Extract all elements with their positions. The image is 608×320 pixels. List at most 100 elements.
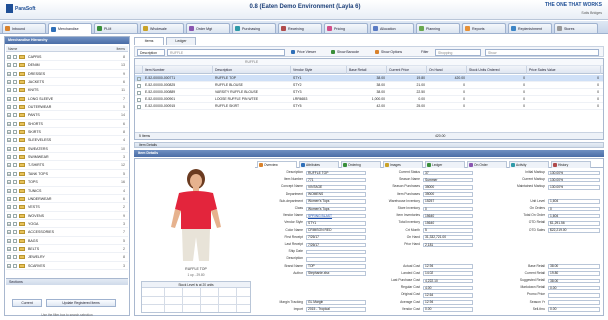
expand-icon[interactable]: + [7,63,11,68]
item-checkbox[interactable] [13,130,17,135]
detail-tab-images[interactable]: Images [383,161,423,168]
expand-icon[interactable]: + [7,121,11,126]
item-checkbox[interactable] [13,171,17,176]
show-options-button[interactable]: Show Options [375,49,402,56]
expand-icon[interactable]: + [7,180,11,185]
expand-icon[interactable]: + [7,88,11,93]
hierarchy-item[interactable]: + UNDERWEAR 6 [6,195,128,204]
module-tab-planning[interactable]: Planning [416,23,460,33]
show-barcode-button[interactable]: Show Barcode [331,49,359,56]
table-row[interactable]: E-52-00000-000901 LOOSE RUFFLE PIN WTEE LR… [135,96,603,103]
module-tab-receiving[interactable]: Receiving [278,23,322,33]
detail-tab-on-order[interactable]: On Order [467,161,507,168]
item-checkbox[interactable] [13,113,17,118]
item-checkbox[interactable] [13,146,17,151]
hierarchy-item[interactable]: + DRESSES 9 [6,70,128,79]
expand-icon[interactable]: + [7,205,11,210]
item-checkbox[interactable] [13,96,17,101]
item-checkbox[interactable] [13,188,17,193]
hierarchy-item[interactable]: + PANTS 14 [6,111,128,120]
expand-icon[interactable]: + [7,146,11,151]
expand-icon[interactable]: + [7,163,11,168]
hierarchy-item[interactable]: + SWEATERS 10 [6,145,128,154]
hierarchy-item[interactable]: + WOVENS 9 [6,212,128,220]
hierarchy-item[interactable]: + SCARVES 3 [6,262,128,270]
hierarchy-item[interactable]: + CAPRIS 8 [6,53,128,62]
expand-icon[interactable]: + [7,113,11,118]
hierarchy-item[interactable]: + BELTS 2 [6,245,128,254]
expand-icon[interactable]: + [7,71,11,76]
expand-icon[interactable]: + [7,96,11,101]
expand-icon[interactable]: + [7,196,11,201]
row-checkbox[interactable] [137,76,141,81]
expand-icon[interactable]: + [7,238,11,243]
expand-icon[interactable]: + [7,105,11,110]
expand-icon[interactable]: + [7,171,11,176]
item-checkbox[interactable] [13,121,17,126]
hierarchy-item[interactable]: + LONG SLEEVE 7 [6,95,128,104]
column-header[interactable]: Current Price [387,66,427,74]
item-checkbox[interactable] [13,138,17,143]
column-header[interactable]: Price Sales Value [527,66,601,74]
hierarchy-item[interactable]: + DENIM 13 [6,61,128,70]
item-checkbox[interactable] [13,63,17,68]
module-tab-replenishment[interactable]: Replenishment [508,23,552,33]
expand-icon[interactable]: + [7,188,11,193]
column-header[interactable] [135,66,143,74]
module-tab-allocation[interactable]: Allocation [370,23,414,33]
item-checkbox[interactable] [13,163,17,168]
row-checkbox[interactable] [137,97,141,102]
expand-icon[interactable]: + [7,55,11,59]
hierarchy-item[interactable]: + ACCESSORIES 7 [6,228,128,237]
expand-icon[interactable]: + [7,263,11,268]
expand-icon[interactable]: + [7,230,11,235]
expand-icon[interactable]: + [7,246,11,251]
item-checkbox[interactable] [13,55,17,59]
column-header[interactable]: Stock Units Ordered [467,66,527,74]
detail-tab-overview[interactable]: Overview [257,161,297,168]
current-button[interactable]: Current [12,299,42,307]
expand-icon[interactable]: + [7,138,11,143]
item-checkbox[interactable] [13,88,17,93]
detail-tab-ordering[interactable]: Ordering [341,161,381,168]
hierarchy-item[interactable]: + BAGS 5 [6,237,128,245]
item-checkbox[interactable] [13,71,17,76]
extra-filter-input[interactable]: Show [485,49,599,56]
hierarchy-item[interactable]: + TOPS 16 [6,178,128,187]
search-input[interactable]: RUFFLE [167,49,285,56]
hierarchy-item[interactable]: + VESTS 2 [6,203,128,212]
detail-tab-attributes[interactable]: Attributes [299,161,339,168]
item-checkbox[interactable] [13,255,17,260]
table-row[interactable]: E-52-00000-000889 VARSITY RUFFLE BLOUSE ST… [135,89,603,96]
hierarchy-item[interactable]: + SWIMWEAR 3 [6,153,128,162]
tab-items[interactable]: Items [134,37,164,45]
module-tab-pricing[interactable]: Pricing [324,23,368,33]
item-checkbox[interactable] [13,180,17,185]
module-tab-plm[interactable]: PLM [94,23,138,33]
item-checkbox[interactable] [13,196,17,201]
item-checkbox[interactable] [13,105,17,110]
hierarchy-item[interactable]: + YOGA 3 [6,220,128,229]
item-checkbox[interactable] [13,221,17,226]
item-checkbox[interactable] [13,263,17,268]
module-tab-wholesale[interactable]: Wholesale [140,23,184,33]
column-header[interactable]: Item Number [143,66,213,74]
tab-ledger[interactable]: Ledger [166,37,196,45]
expand-icon[interactable]: + [7,255,11,260]
hierarchy-item[interactable]: + TANK TOPS 5 [6,170,128,179]
item-checkbox[interactable] [13,155,17,160]
row-checkbox[interactable] [137,83,141,88]
splitter-bar[interactable]: Item Details [134,142,604,148]
expand-icon[interactable]: + [7,155,11,160]
grid-filter-row[interactable]: RUFFLE [135,59,603,66]
filter-input[interactable]: Shopping [435,49,481,56]
table-row[interactable]: E-52-00000-000915 RUFFLE SKIRT STY5 42.00 25… [135,103,603,110]
column-header[interactable]: Vendor Style [291,66,347,74]
module-tab-order-mgt[interactable]: Order Mgt [186,23,230,33]
hierarchy-item[interactable]: + TUNICS 4 [6,187,128,195]
item-checkbox[interactable] [13,213,17,218]
update-registered-items-button[interactable]: Update Registered Items [46,299,116,307]
hierarchy-item[interactable]: + OUTERWEAR 5 [6,103,128,112]
module-tab-purchasing[interactable]: Purchasing [232,23,276,33]
search-field-select[interactable]: Description [137,49,165,56]
